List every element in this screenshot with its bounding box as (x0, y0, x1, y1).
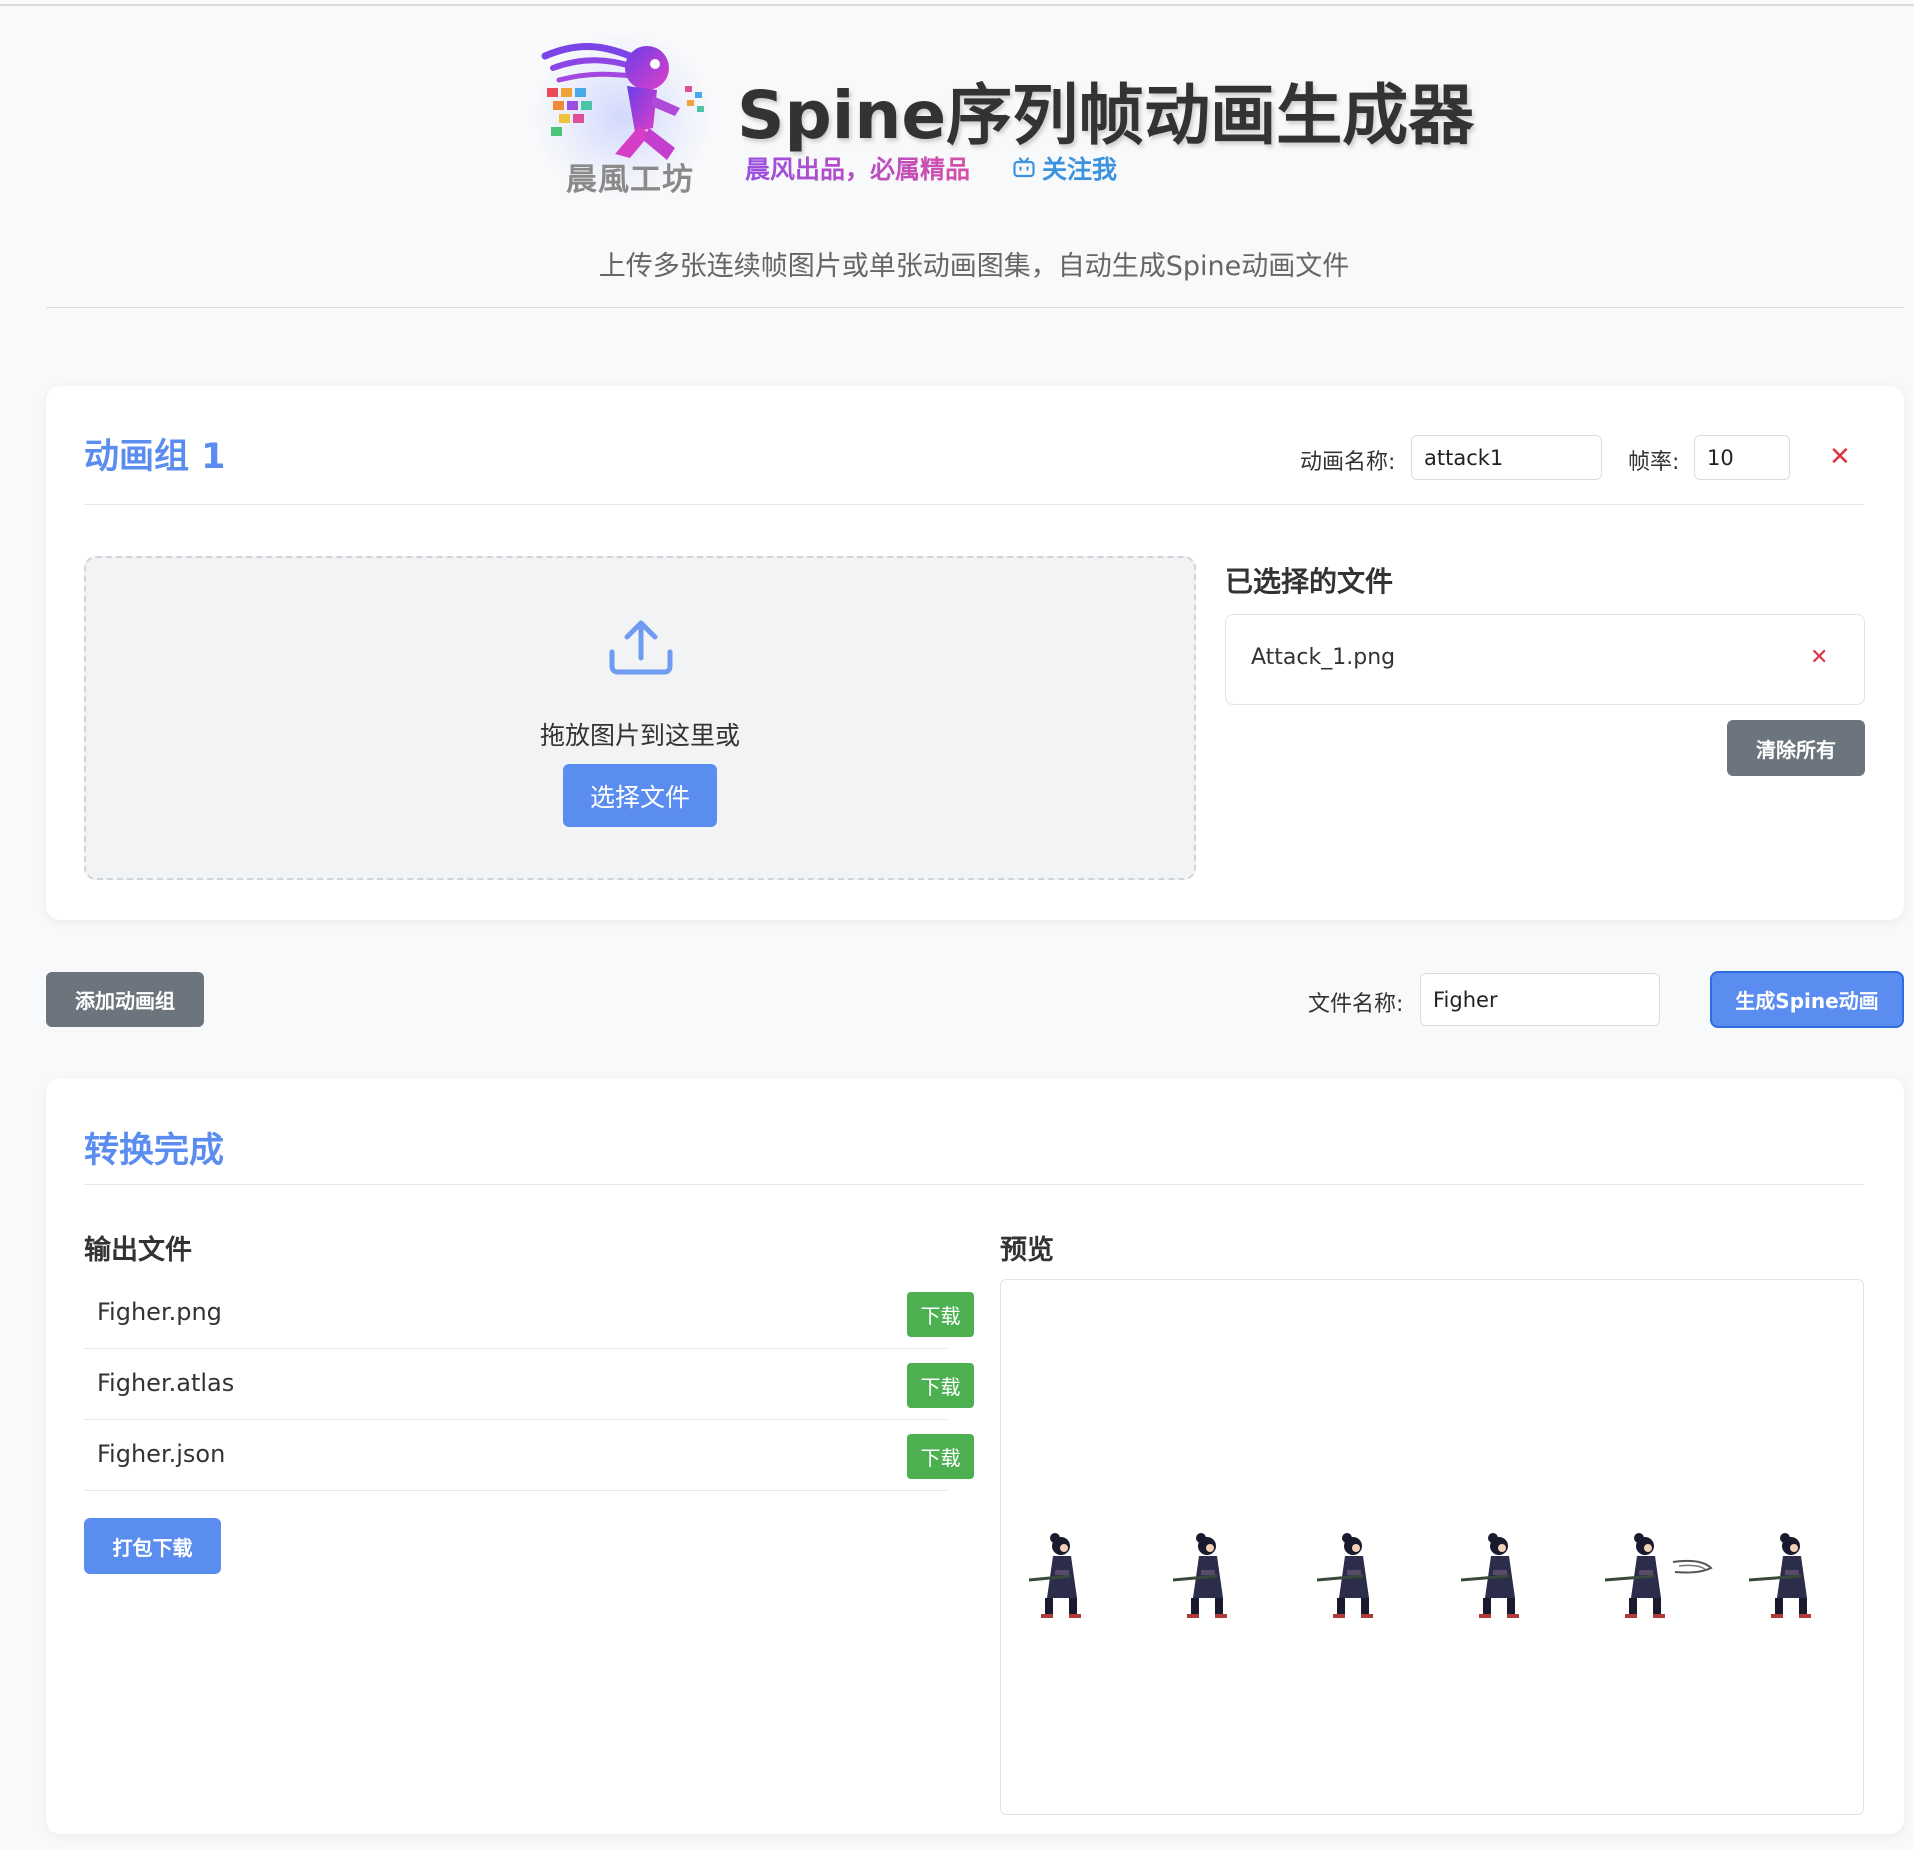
clear-all-button[interactable]: 清除所有 (1727, 720, 1865, 776)
fps-label: 帧率: (1628, 450, 1680, 475)
header: 晨風工坊 Spine序列帧动画生成器 晨风出品，必属精品 关注我 上传多张连续帧… (0, 0, 1914, 310)
selected-file-name: Attack_1.png (1251, 645, 1396, 670)
preview-frame (1745, 1532, 1815, 1622)
logo-text: 晨風工坊 (566, 162, 694, 198)
drop-text: 拖放图片到这里或 (539, 721, 740, 750)
preview-frame (1169, 1532, 1239, 1622)
filename-input[interactable] (1420, 973, 1660, 1026)
filename-label: 文件名称: (1308, 992, 1404, 1017)
close-icon: ✕ (1829, 442, 1851, 472)
pack-download-button[interactable]: 打包下载 (84, 1518, 221, 1574)
group-divider (84, 504, 1864, 505)
follow-label: 关注我 (1042, 155, 1118, 184)
add-group-button[interactable]: 添加动画组 (46, 972, 204, 1027)
preview-area (1000, 1279, 1864, 1815)
follow-link[interactable]: 关注我 (1012, 150, 1117, 186)
output-file-row: Figher.png 下载 (84, 1278, 974, 1349)
tv-icon (1013, 157, 1035, 178)
app-title: Spine序列帧动画生成器 (737, 77, 1475, 154)
fps-input[interactable] (1694, 435, 1790, 480)
drop-zone[interactable]: 拖放图片到这里或 选择文件 (84, 556, 1196, 880)
close-icon: ✕ (1810, 645, 1829, 670)
slogan: 晨风出品，必属精品 (745, 150, 970, 186)
output-files-title: 输出文件 (84, 1235, 192, 1266)
preview-frame (1601, 1532, 1713, 1622)
logo: 晨風工坊 (535, 36, 710, 198)
output-file-name: Figher.atlas (97, 1369, 235, 1397)
animation-name-label: 动画名称: (1300, 450, 1396, 475)
group-title: 动画组 1 (84, 437, 226, 477)
download-button[interactable]: 下载 (907, 1292, 974, 1337)
preview-frame (1313, 1532, 1383, 1622)
upload-icon (609, 620, 673, 675)
download-button[interactable]: 下载 (907, 1363, 974, 1408)
preview-frame (1025, 1532, 1095, 1622)
output-file-row: Figher.atlas 下载 (84, 1349, 974, 1420)
page-subtitle: 上传多张连续帧图片或单张动画图集，自动生成Spine动画文件 (598, 251, 1350, 282)
remove-group-button[interactable]: ✕ (1829, 444, 1851, 470)
preview-frame (1457, 1532, 1527, 1622)
result-title: 转换完成 (84, 1131, 225, 1171)
result-divider (84, 1184, 1864, 1185)
output-file-name: Figher.json (97, 1440, 226, 1468)
generate-spine-button[interactable]: 生成Spine动画 (1710, 971, 1904, 1028)
remove-file-button[interactable]: ✕ (1810, 647, 1828, 669)
download-button[interactable]: 下载 (907, 1434, 974, 1479)
selected-files-title: 已选择的文件 (1225, 565, 1394, 598)
preview-title: 预览 (1000, 1235, 1054, 1266)
animation-name-input[interactable] (1411, 435, 1602, 480)
header-divider (46, 307, 1904, 308)
output-file-name: Figher.png (97, 1298, 222, 1326)
animation-group-card: 动画组 1 动画名称: 帧率: ✕ 拖放图片到这里或 选择文件 已选择的文件 A… (46, 386, 1904, 920)
selected-file-item: Attack_1.png ✕ (1225, 614, 1865, 705)
result-card: 转换完成 输出文件 Figher.png 下载 Figher.atlas 下载 … (46, 1078, 1904, 1834)
select-file-button[interactable]: 选择文件 (563, 764, 717, 827)
output-file-row: Figher.json 下载 (84, 1420, 974, 1491)
